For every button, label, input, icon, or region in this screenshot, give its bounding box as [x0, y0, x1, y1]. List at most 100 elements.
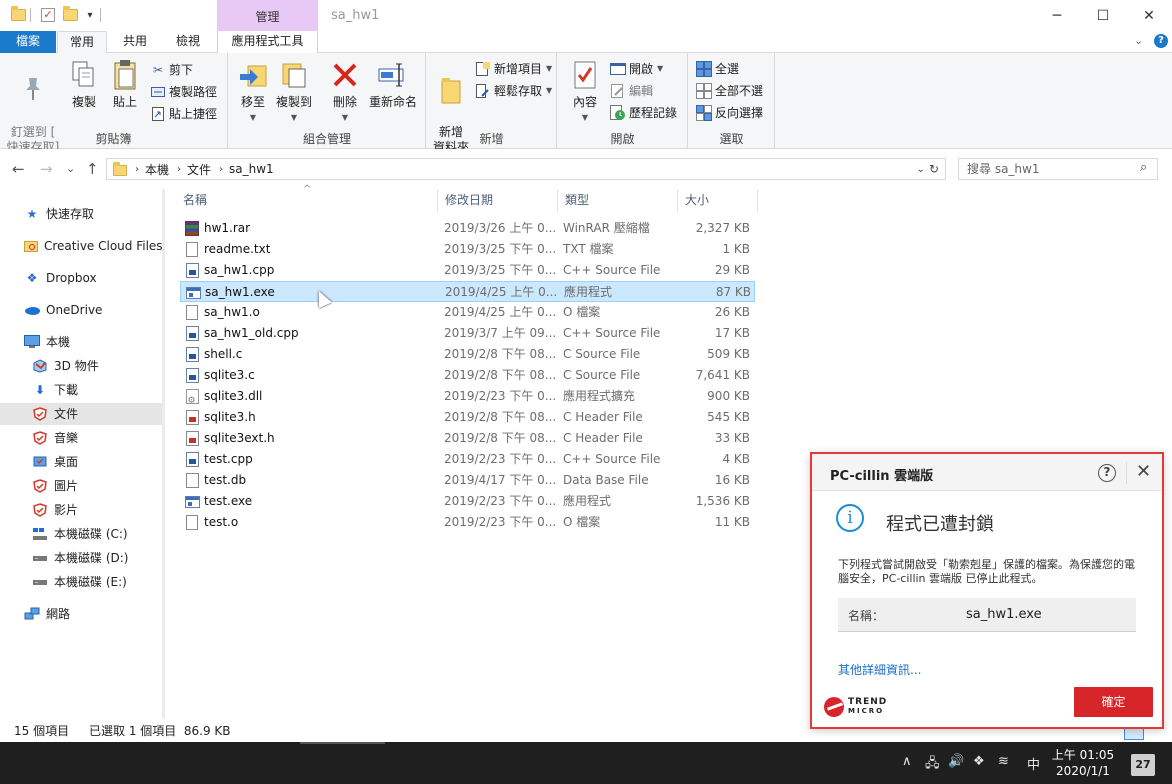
- column-header-size[interactable]: 大小: [678, 189, 758, 213]
- copy-to-button[interactable]: 複製到 ▼: [273, 59, 315, 125]
- invert-selection-icon: [696, 105, 712, 121]
- history-button[interactable]: 歷程記錄: [610, 103, 677, 123]
- easy-access-button[interactable]: 輕鬆存取 ▼: [475, 81, 552, 101]
- dropbox-tray-icon[interactable]: ❖: [973, 754, 985, 769]
- breadcrumb-sa-hw1[interactable]: sa_hw1: [229, 162, 274, 176]
- tab-view[interactable]: 檢視: [163, 31, 213, 53]
- nav-videos[interactable]: 影片: [0, 499, 162, 521]
- table-row[interactable]: sqlite3.c 2019/2/8 下午 08... C Source File 7…: [180, 365, 755, 386]
- table-row[interactable]: sa_hw1.exe 2019/4/25 上午 0... 應用程式 87 KB: [180, 281, 755, 302]
- nav-music[interactable]: 音樂: [0, 427, 162, 449]
- move-to-button[interactable]: 移至 ▼: [235, 59, 271, 125]
- up-arrow-icon[interactable]: ↑: [86, 160, 99, 178]
- nav-disk-d[interactable]: 本機磁碟 (D:): [0, 547, 162, 569]
- delete-button[interactable]: 刪除 ▼: [327, 59, 363, 125]
- table-row[interactable]: sqlite3.dll 2019/2/23 下午 0... 應用程式擴充 900 KB: [180, 386, 755, 412]
- table-row[interactable]: test.o 2019/2/23 下午 0... O 檔案 11 KB: [180, 512, 755, 533]
- new-item-button[interactable]: 新增項目 ▼: [475, 59, 552, 79]
- easy-access-icon: [475, 83, 491, 99]
- column-header-type[interactable]: 類型: [558, 189, 678, 213]
- customize-quick-access-icon[interactable]: ▾: [82, 7, 98, 23]
- properties-check-icon[interactable]: ✓: [40, 7, 56, 23]
- address-input[interactable]: › 本機 › 文件 › sa_hw1 ⌄ ↻: [106, 158, 946, 180]
- table-row[interactable]: shell.c 2019/2/8 下午 08... C Source File 509…: [180, 344, 755, 365]
- ok-button[interactable]: 確定: [1074, 687, 1153, 717]
- table-row[interactable]: sa_hw1.cpp 2019/3/25 下午 0... C++ Source Fi…: [180, 260, 755, 281]
- table-row[interactable]: test.cpp 2019/2/23 下午 0... C++ Source File…: [180, 449, 755, 470]
- open-button[interactable]: 開啟 ▼: [610, 59, 663, 79]
- download-arrow-icon: ⬇: [34, 383, 46, 397]
- column-header-date[interactable]: 修改日期: [438, 189, 558, 213]
- move-to-icon: [237, 59, 269, 91]
- nav-creative-cloud[interactable]: Creative Cloud Files: [0, 235, 163, 257]
- notification-center-badge[interactable]: 27: [1131, 754, 1155, 776]
- minimize-button[interactable]: ─: [1034, 0, 1080, 31]
- expand-ribbon-icon[interactable]: ⌄: [1134, 34, 1143, 47]
- breadcrumb-this-pc[interactable]: 本機: [145, 161, 169, 178]
- nav-onedrive[interactable]: OneDrive: [0, 299, 162, 321]
- help-icon[interactable]: ?: [1154, 34, 1168, 48]
- table-row[interactable]: test.exe 2019/2/23 下午 0... 應用程式 1,536 KB: [180, 491, 755, 512]
- volume-icon[interactable]: 🔊: [948, 754, 964, 769]
- properties-button[interactable]: 內容 ▼: [566, 59, 604, 125]
- table-row[interactable]: sqlite3.h 2019/2/8 下午 08... C Header File 5…: [180, 407, 755, 428]
- tray-expand-icon[interactable]: ∧: [902, 754, 912, 769]
- nav-disk-c[interactable]: 本機磁碟 (C:): [0, 523, 162, 545]
- nav-dropbox[interactable]: ❖ Dropbox: [0, 267, 162, 289]
- search-icon[interactable]: ⌕: [1140, 160, 1147, 175]
- selection-info: 已選取 1 個項目 86.9 KB: [89, 724, 231, 738]
- copy-path-button[interactable]: 複製路徑: [150, 82, 217, 102]
- cut-button[interactable]: ✂ 剪下: [150, 60, 193, 80]
- maximize-button[interactable]: ☐: [1080, 0, 1126, 31]
- tab-app-tools[interactable]: 應用程式工具: [218, 31, 317, 53]
- tab-file[interactable]: 檔案: [0, 31, 56, 53]
- table-row[interactable]: sa_hw1_old.cpp 2019/3/7 上午 09... C++ Sourc…: [180, 323, 755, 344]
- table-row[interactable]: readme.txt 2019/3/25 下午 0... TXT 檔案 1 KB: [180, 239, 755, 260]
- rename-button[interactable]: 重新命名: [367, 59, 419, 110]
- ime-indicator[interactable]: 中: [1027, 754, 1040, 773]
- table-row[interactable]: sa_hw1.o 2019/4/25 上午 0... O 檔案 26 KB: [180, 302, 755, 323]
- address-dropdown-icon[interactable]: ⌄: [917, 164, 925, 175]
- select-none-button[interactable]: 全部不選: [696, 81, 763, 101]
- breadcrumb-documents[interactable]: 文件: [187, 161, 211, 178]
- network-tray-icon[interactable]: 🖧: [925, 754, 940, 776]
- tab-home[interactable]: 常用: [57, 31, 107, 54]
- file-type: C++ Source File: [563, 452, 661, 466]
- table-row[interactable]: hw1.rar 2019/3/26 上午 0... WinRAR 壓縮檔 2,327 …: [180, 218, 755, 239]
- close-button[interactable]: ✕: [1126, 0, 1172, 31]
- nav-network[interactable]: 網路: [0, 603, 162, 625]
- paste-shortcut-button[interactable]: 貼上捷徑: [150, 104, 217, 124]
- copy-button[interactable]: 複製: [66, 59, 102, 110]
- refresh-icon[interactable]: ↻: [929, 162, 939, 176]
- dialog-help-icon[interactable]: ?: [1098, 464, 1116, 482]
- back-arrow-icon[interactable]: ←: [12, 160, 25, 178]
- forward-arrow-icon[interactable]: →: [40, 160, 53, 178]
- clock[interactable]: 上午 01:05 2020/1/1: [1050, 747, 1116, 779]
- nav-this-pc[interactable]: 本機: [0, 331, 162, 353]
- recent-locations-icon[interactable]: ⌄: [66, 162, 75, 175]
- tab-share[interactable]: 共用: [110, 31, 160, 53]
- tab-manage[interactable]: 管理: [217, 0, 318, 31]
- nav-3d-objects[interactable]: 3D 物件: [0, 355, 162, 377]
- windows-drive-icon: [32, 526, 48, 542]
- paste-button[interactable]: 貼上: [106, 59, 144, 110]
- nav-desktop[interactable]: 桌面: [0, 451, 162, 473]
- edit-button[interactable]: 編輯: [610, 81, 653, 101]
- wifi-tray-icon[interactable]: ≋: [998, 754, 1009, 769]
- search-input[interactable]: 搜尋 sa_hw1: [958, 158, 1158, 180]
- folder-icon[interactable]: [10, 6, 26, 23]
- table-row[interactable]: test.db 2019/4/17 下午 0... Data Base File 16…: [180, 470, 755, 491]
- more-details-link[interactable]: 其他詳細資訊...: [838, 661, 921, 678]
- nav-label: 下載: [54, 383, 79, 397]
- nav-documents[interactable]: 文件: [0, 403, 162, 425]
- column-header-name[interactable]: 名稱: [176, 189, 438, 213]
- nav-downloads[interactable]: ⬇ 下載: [0, 379, 162, 401]
- nav-disk-e[interactable]: 本機磁碟 (E:): [0, 571, 162, 593]
- nav-pictures[interactable]: 圖片: [0, 475, 162, 497]
- dialog-close-icon[interactable]: ✕: [1136, 461, 1151, 482]
- new-folder-icon[interactable]: [62, 6, 78, 23]
- nav-quick-access[interactable]: ★ 快速存取: [0, 203, 162, 225]
- table-row[interactable]: sqlite3ext.h 2019/2/8 下午 08... C Header Fi…: [180, 428, 755, 449]
- select-all-button[interactable]: 全選: [696, 59, 739, 79]
- invert-selection-button[interactable]: 反向選擇: [696, 103, 763, 123]
